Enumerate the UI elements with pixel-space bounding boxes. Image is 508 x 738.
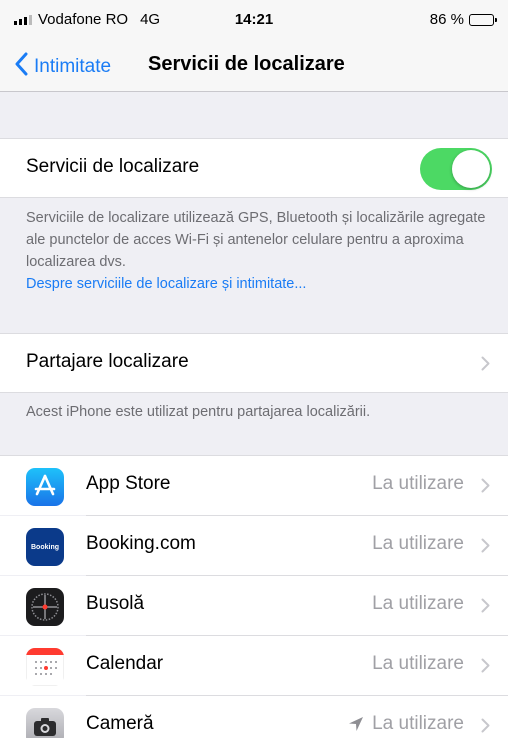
app-value-label: La utilizare [372, 653, 464, 674]
booking-icon-text: Booking [31, 543, 59, 551]
share-location-footnote: Acest iPhone este utilizat pentru partaj… [26, 404, 371, 420]
app-name: Booking.com [86, 533, 196, 554]
chevron-right-icon [481, 538, 490, 553]
app-row-booking[interactable]: Booking Booking.com La utilizare [0, 516, 508, 575]
location-services-footnote: Serviciile de localizare utilizează GPS,… [26, 207, 486, 295]
app-name: Calendar [86, 653, 164, 674]
camera-icon [26, 708, 64, 738]
chevron-right-icon [481, 478, 490, 493]
divider [0, 197, 508, 198]
status-bar: Vodafone RO 4G 14:21 86 % [0, 0, 508, 40]
app-row-app-store[interactable]: App Store La utilizare [0, 456, 508, 515]
app-name: Busolă [86, 593, 145, 614]
share-location-label: Partajare localizare [26, 351, 189, 372]
app-location-setting: La utilizare [372, 473, 464, 495]
battery-percent: 86 % [429, 11, 464, 28]
share-location-cell[interactable]: Partajare localizare [0, 334, 508, 392]
calendar-icon [26, 648, 64, 686]
app-location-setting: La utilizare [372, 653, 464, 675]
page-title: Servicii de localizare [148, 53, 345, 75]
app-row-calendar[interactable]: Calendar La utilizare [0, 636, 508, 695]
chevron-right-icon [481, 356, 490, 371]
compass-icon [26, 588, 64, 626]
toggle-knob [452, 150, 490, 188]
back-button[interactable]: Intimitate [14, 52, 111, 82]
app-name: App Store [86, 473, 171, 494]
location-services-toggle[interactable] [420, 148, 492, 190]
app-row-compass[interactable]: Busolă La utilizare [0, 576, 508, 635]
app-value-label: La utilizare [372, 473, 464, 494]
divider [0, 392, 508, 393]
booking-icon: Booking [26, 528, 64, 566]
app-value-label: La utilizare [372, 533, 464, 554]
location-services-label: Servicii de localizare [26, 156, 200, 177]
location-arrow-icon [348, 716, 364, 732]
battery-info: 86 % [429, 11, 497, 28]
location-services-description: Serviciile de localizare utilizează GPS,… [26, 210, 486, 270]
app-value-label: La utilizare [372, 593, 464, 614]
battery-icon [469, 13, 497, 26]
back-label: Intimitate [34, 56, 112, 77]
privacy-link[interactable]: Despre serviciile de localizare și intim… [26, 273, 486, 295]
app-location-setting: La utilizare [372, 593, 464, 615]
app-store-icon [26, 468, 64, 506]
app-name: Cameră [86, 713, 154, 734]
chevron-right-icon [481, 718, 490, 733]
app-value-label: La utilizare [372, 713, 464, 734]
navigation-bar: Intimitate Servicii de localizare [0, 40, 508, 92]
chevron-left-icon [14, 52, 28, 82]
chevron-right-icon [481, 658, 490, 673]
app-row-camera[interactable]: Cameră La utilizare [0, 696, 508, 738]
app-location-setting: La utilizare [348, 713, 464, 735]
chevron-right-icon [481, 598, 490, 613]
app-location-setting: La utilizare [372, 533, 464, 555]
